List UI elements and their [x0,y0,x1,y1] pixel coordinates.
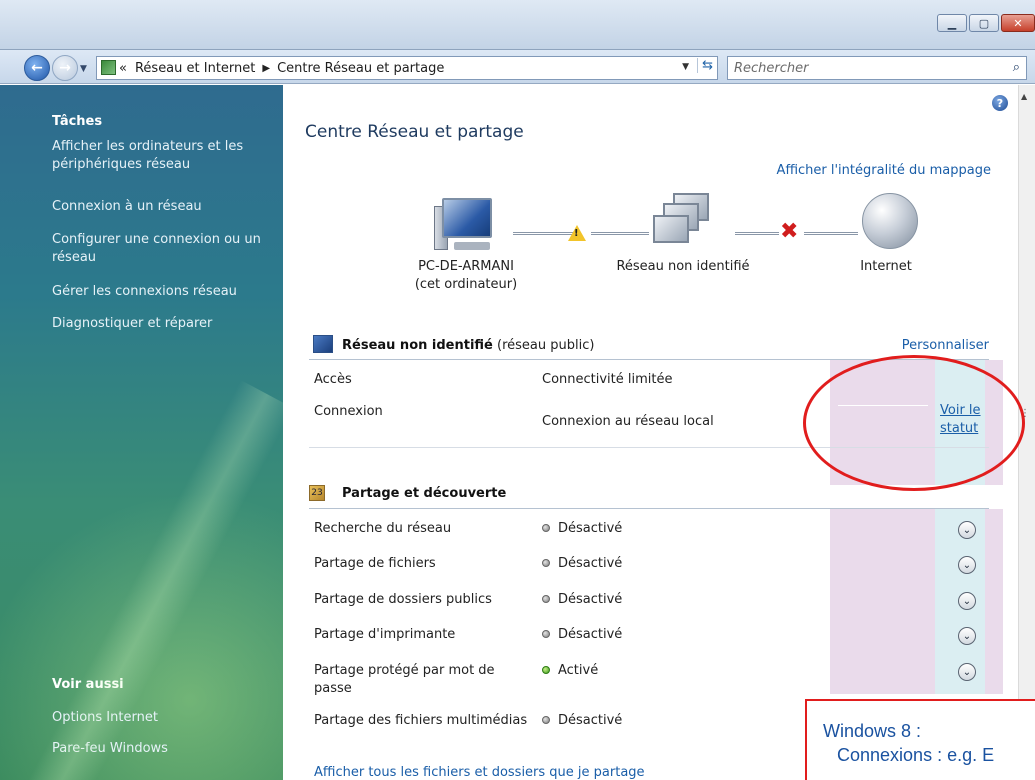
sidebar-item-internet-options[interactable]: Options Internet [52,709,267,727]
network-small-icon [313,335,333,353]
sidebar-item-connect-network[interactable]: Connexion à un réseau [52,198,267,216]
scroll-up-icon[interactable]: ▲ [1021,92,1027,101]
forward-arrow-icon[interactable]: → [52,55,78,81]
minimize-icon[interactable]: ▁ [937,14,967,32]
expand-chevron-icon[interactable]: ⌄ [958,521,976,539]
page-title: Centre Réseau et partage [305,122,524,142]
disconnected-icon: ✖ [780,219,799,244]
connection-label: Connexion [314,404,383,419]
full-map-link[interactable]: Afficher l'intégralité du mappage [777,163,991,178]
annotation-line-2: Connexions : e.g. E [837,745,995,765]
expand-chevron-icon[interactable]: ⌄ [958,663,976,681]
sharing-row-label: Recherche du réseau [314,521,452,536]
refresh-icon[interactable]: ⇆ [697,58,713,73]
sharing-row-label: Partage de dossiers publics [314,592,492,607]
sharing-row-label: Partage d'imprimante [314,627,456,642]
status-dot-on-icon [542,666,550,674]
see-also-heading: Voir aussi [52,677,124,692]
connection-line [513,232,573,235]
maximize-icon[interactable]: ▢ [969,14,999,32]
status-dot-off-icon [542,524,550,532]
search-icon[interactable]: ⌕ [1013,60,1020,75]
sidebar-item-view-computers[interactable]: Afficher les ordinateurs et les périphér… [52,138,267,174]
network-label: Réseau non identifié [616,259,750,274]
expand-chevron-icon[interactable]: ⌄ [958,592,976,610]
computer-label: PC-DE-ARMANI (cet ordinateur) [414,259,518,292]
internet-globe-icon [862,193,918,249]
search-input[interactable]: Rechercher ⌕ [727,56,1027,80]
status-dot-off-icon [542,630,550,638]
status-dot-off-icon [542,559,550,567]
scroll-grip-icon[interactable]: ⋮ [1020,408,1030,419]
breadcrumb-network-center[interactable]: Centre Réseau et partage [277,61,444,76]
access-value: Connectivité limitée [542,372,673,387]
sharing-row-value: Désactivé [542,591,622,609]
sharing-row-value: Activé [542,662,598,680]
access-label: Accès [314,372,352,387]
annotation-box: Windows 8 : Connexions : e.g. E [805,699,1035,780]
sharing-icon: 23 [309,485,325,501]
sharing-row-label: Partage des fichiers multimédias [314,713,528,728]
breadcrumb-network-internet[interactable]: Réseau et Internet [135,61,255,76]
network-icon [653,193,713,253]
computer-icon [434,198,496,254]
connection-line [735,232,779,235]
history-dropdown-icon[interactable]: ▼ [80,64,87,74]
sharing-row-value: Désactivé [542,520,622,538]
window-controls: ▁ ▢ ✕ [937,14,1035,32]
internet-label: Internet [860,259,912,274]
sharing-row-value: Désactivé [542,555,622,573]
network-folder-icon [101,60,116,75]
back-arrow-icon[interactable]: ← [24,55,50,81]
connection-line [591,232,649,235]
title-bar: ▁ ▢ ✕ [0,0,1035,50]
sidebar-item-diagnose-repair[interactable]: Diagnostiquer et réparer [52,315,267,333]
view-status-link[interactable]: Voir le statut [940,402,985,438]
navigation-bar: ← → ▼ « Réseau et Internet ▶ Centre Rése… [0,50,1035,84]
sharing-row-label: Partage protégé par mot de passe [314,663,495,696]
address-bar[interactable]: « Réseau et Internet ▶ Centre Réseau et … [96,56,718,80]
history-prefix: « [119,60,127,76]
show-shared-files-link[interactable]: Afficher tous les fichiers et dossiers q… [314,765,645,780]
main-content: ? Centre Réseau et partage Afficher l'in… [283,85,1017,780]
sidebar-item-manage-connections[interactable]: Gérer les connexions réseau [52,283,267,301]
tasks-heading: Tâches [52,114,103,129]
customize-link[interactable]: Personnaliser [902,338,989,353]
expand-chevron-icon[interactable]: ⌄ [958,627,976,645]
sharing-row-value: Désactivé [542,712,622,730]
close-icon[interactable]: ✕ [1001,14,1035,32]
status-dot-off-icon [542,716,550,724]
sidebar: Tâches Afficher les ordinateurs et les p… [0,85,283,780]
status-column-bg [830,360,935,485]
annotation-line-1: Windows 8 : [823,721,922,741]
network-section-heading: Réseau non identifié (réseau public) [342,338,595,353]
connection-value: Connexion au réseau local [542,414,714,429]
expand-chevron-icon[interactable]: ⌄ [958,556,976,574]
sharing-row-value: Désactivé [542,626,622,644]
address-dropdown-icon[interactable]: ▼ [682,62,689,72]
sharing-row-label: Partage de fichiers [314,556,436,571]
help-icon[interactable]: ? [992,95,1008,111]
breadcrumb-separator-icon[interactable]: ▶ [262,63,270,74]
search-placeholder: Rechercher [734,61,809,76]
sharing-section-heading: Partage et découverte [342,486,507,501]
scrollbar[interactable] [1018,85,1035,780]
status-dot-off-icon [542,595,550,603]
sidebar-item-setup-connection[interactable]: Configurer une connexion ou un réseau [52,231,267,267]
connection-line [804,232,858,235]
sidebar-item-windows-firewall[interactable]: Pare-feu Windows [52,740,267,758]
